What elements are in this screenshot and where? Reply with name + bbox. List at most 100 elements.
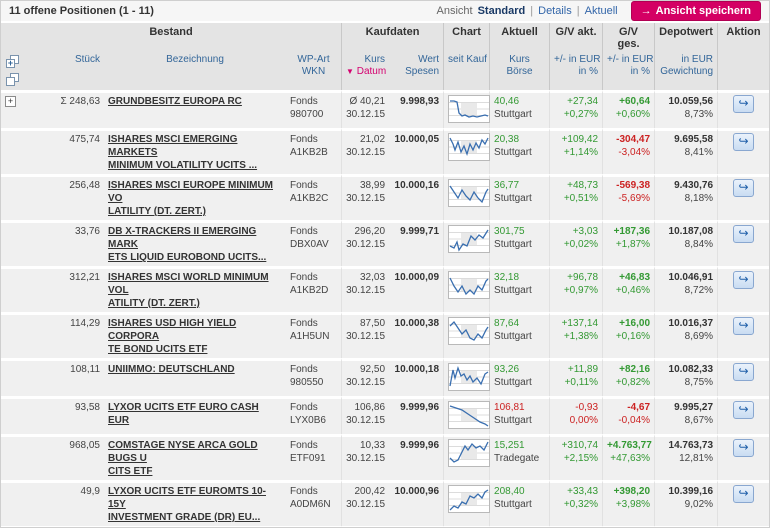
kaufkurs-datum-cell: 200,4230.12.15 <box>341 480 389 526</box>
order-action-button[interactable]: ↪ <box>733 133 754 151</box>
expand-all-icon[interactable]: + <box>6 59 15 68</box>
sparkline-chart[interactable] <box>448 485 490 513</box>
wpart-wkn-cell: FondsDBX0AV <box>286 220 341 266</box>
aktion-cell: ↪ <box>717 312 769 358</box>
order-action-button[interactable]: ↪ <box>733 95 754 113</box>
sparkline-chart[interactable] <box>448 317 490 345</box>
order-action-button[interactable]: ↪ <box>733 225 754 243</box>
wpart-wkn-cell: FondsLYX0B6 <box>286 396 341 434</box>
colgroup-gv-akt: G/V akt. <box>549 23 602 52</box>
gv-ges-cell: +46,83+0,46% <box>602 266 654 312</box>
gv-ges-cell: +4.763,77+47,63% <box>602 434 654 480</box>
position-name-link[interactable]: LYXOR UCITS ETF EURO CASH EUR <box>108 401 282 427</box>
col-wpart-wkn[interactable]: WP-ArtWKN <box>286 52 341 90</box>
table-row: 968,05COMSTAGE NYSE ARCA GOLD BUGS UCITS… <box>1 434 769 480</box>
chart-cell <box>443 312 489 358</box>
order-action-button[interactable]: ↪ <box>733 317 754 335</box>
aktuell-kurs-cell: 20,38Stuttgart <box>489 128 549 174</box>
position-name-cell: GRUNDBESITZ EUROPA RC <box>104 90 286 128</box>
order-action-button[interactable]: ↪ <box>733 363 754 381</box>
position-name-link[interactable]: COMSTAGE NYSE ARCA GOLD BUGS UCITS ETF <box>108 439 282 478</box>
expand-cell <box>1 434 31 480</box>
wpart-wkn-cell: Fonds980700 <box>286 90 341 128</box>
sparkline-chart[interactable] <box>448 225 490 253</box>
arrow-right-icon: → <box>641 5 652 17</box>
kaufkurs-datum-cell: 106,8630.12.15 <box>341 396 389 434</box>
sparkline-chart[interactable] <box>448 133 490 161</box>
kaufkurs-datum-cell: Ø 40,2130.12.15 <box>341 90 389 128</box>
view-tab-aktuell[interactable]: Aktuell <box>585 5 618 17</box>
page-title: 11 offene Positionen (1 - 11) <box>9 5 154 17</box>
save-view-button[interactable]: →Ansicht speichern <box>631 1 761 21</box>
gv-akt-cell: +109,42+1,14% <box>549 128 602 174</box>
view-tab-standard[interactable]: Standard <box>478 5 526 17</box>
position-name-cell: COMSTAGE NYSE ARCA GOLD BUGS UCITS ETF <box>104 434 286 480</box>
col-gv-akt[interactable]: +/- in EURin % <box>549 52 602 90</box>
gv-ges-cell: +82,16+0,82% <box>602 358 654 396</box>
col-gv-ges[interactable]: +/- in EURin % <box>602 52 654 90</box>
table-row: 49,9LYXOR UCITS ETF EUROMTS 10-15YINVEST… <box>1 480 769 526</box>
positions-table: Bestand Kaufdaten Chart Aktuell G/V akt.… <box>1 23 769 528</box>
depotwert-cell: 9.695,588,41% <box>654 128 717 174</box>
wert-cell: 9.999,71 <box>389 220 443 266</box>
col-bezeichnung[interactable]: Bezeichnung <box>104 52 286 90</box>
view-switcher: Ansicht Standard | Details | Aktuell →An… <box>437 1 762 21</box>
sparkline-chart[interactable] <box>448 363 490 391</box>
colgroup-depotwert: Depotwert <box>654 23 717 52</box>
chart-cell <box>443 480 489 526</box>
position-name-link[interactable]: DB X-TRACKERS II EMERGING MARKETS LIQUID… <box>108 225 282 264</box>
chart-cell <box>443 90 489 128</box>
col-aktuell[interactable]: KursBörse <box>489 52 549 90</box>
position-name-link[interactable]: ISHARES MSCI EUROPE MINIMUM VOLATILITY (… <box>108 179 282 218</box>
order-action-button[interactable]: ↪ <box>733 485 754 503</box>
chart-cell <box>443 434 489 480</box>
order-action-button[interactable]: ↪ <box>733 271 754 289</box>
gv-ges-cell: +60,64+0,60% <box>602 90 654 128</box>
table-row: 33,76DB X-TRACKERS II EMERGING MARKETS L… <box>1 220 769 266</box>
stueck-value: 49,9 <box>31 480 104 526</box>
depotwert-cell: 9.430,768,18% <box>654 174 717 220</box>
col-wert-spesen[interactable]: WertSpesen <box>389 52 443 90</box>
expand-cell <box>1 174 31 220</box>
position-name-link[interactable]: UNIIMMO: DEUTSCHLAND <box>108 363 282 376</box>
table-row: 93,58LYXOR UCITS ETF EURO CASH EURFondsL… <box>1 396 769 434</box>
position-name-cell: DB X-TRACKERS II EMERGING MARKETS LIQUID… <box>104 220 286 266</box>
sparkline-chart[interactable] <box>448 401 490 429</box>
col-depotwert[interactable]: in EURGewichtung <box>654 52 717 90</box>
chart-cell <box>443 220 489 266</box>
col-kurs-datum[interactable]: Kurs▼ Datum <box>341 52 389 90</box>
expand-cell <box>1 266 31 312</box>
order-action-button[interactable]: ↪ <box>733 401 754 419</box>
stueck-value: 93,58 <box>31 396 104 434</box>
order-action-button[interactable]: ↪ <box>733 439 754 457</box>
col-chart: seit Kauf <box>443 52 489 90</box>
expand-cell <box>1 396 31 434</box>
position-name-cell: LYXOR UCITS ETF EURO CASH EUR <box>104 396 286 434</box>
expand-row-icon[interactable]: + <box>5 96 16 107</box>
wert-cell: 10.000,16 <box>389 174 443 220</box>
position-name-cell: UNIIMMO: DEUTSCHLAND <box>104 358 286 396</box>
view-tab-details[interactable]: Details <box>538 5 572 17</box>
order-action-button[interactable]: ↪ <box>733 179 754 197</box>
position-name-link[interactable]: ISHARES MSCI WORLD MINIMUM VOLATILITY (D… <box>108 271 282 310</box>
expand-cell <box>1 358 31 396</box>
aktuell-kurs-cell: 15,251Tradegate <box>489 434 549 480</box>
table-body: +Σ 248,63GRUNDBESITZ EUROPA RCFonds98070… <box>1 90 769 528</box>
chart-cell <box>443 396 489 434</box>
position-name-link[interactable]: ISHARES USD HIGH YIELD CORPORATE BOND UC… <box>108 317 282 356</box>
sparkline-chart[interactable] <box>448 179 490 207</box>
position-name-link[interactable]: GRUNDBESITZ EUROPA RC <box>108 95 282 108</box>
sparkline-chart[interactable] <box>448 271 490 299</box>
wpart-wkn-cell: FondsA1H5UN <box>286 312 341 358</box>
table-row: 114,29ISHARES USD HIGH YIELD CORPORATE B… <box>1 312 769 358</box>
collapse-all-icon[interactable] <box>6 77 15 86</box>
position-name-link[interactable]: ISHARES MSCI EMERGING MARKETSMINIMUM VOL… <box>108 133 282 172</box>
sparkline-chart[interactable] <box>448 439 490 467</box>
stueck-value: 114,29 <box>31 312 104 358</box>
col-stueck[interactable]: Stück <box>31 52 104 90</box>
colgroup-gv-ges: G/V ges. <box>602 23 654 52</box>
position-name-link[interactable]: LYXOR UCITS ETF EUROMTS 10-15YINVESTMENT… <box>108 485 282 524</box>
sparkline-chart[interactable] <box>448 95 490 123</box>
gv-ges-cell: -304,47-3,04% <box>602 128 654 174</box>
gv-akt-cell: +3,03+0,02% <box>549 220 602 266</box>
